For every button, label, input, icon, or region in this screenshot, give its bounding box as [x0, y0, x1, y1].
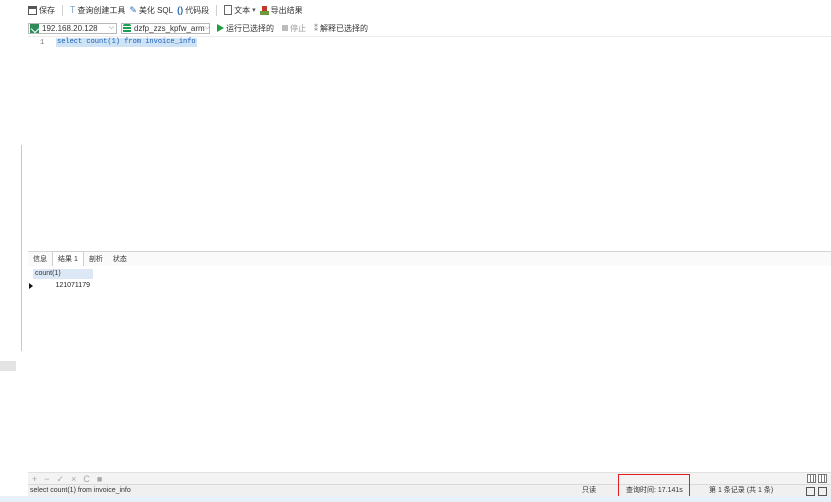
connection-toolbar: 192.168.20.128 ⌵ dzfp_zzs_kpfw_arm ⌵ 运行已… — [28, 21, 831, 35]
save-button[interactable]: 保存 — [28, 5, 55, 16]
save-icon — [28, 5, 37, 15]
explain-selected-label: 解释已选择的 — [320, 23, 368, 33]
tab-profile[interactable]: 剖析 — [84, 252, 108, 266]
tab-result-1[interactable]: 结果 1 — [52, 251, 84, 267]
export-results-label: 导出结果 — [270, 5, 303, 15]
result-grid[interactable]: count(1) 121071179 — [28, 266, 831, 471]
run-selected-button[interactable]: 运行已选择的 — [214, 23, 274, 34]
line-number: 1 — [40, 39, 45, 47]
form-view-icon[interactable] — [818, 474, 827, 483]
explain-selected-button[interactable]: ⁑ 解释已选择的 — [310, 23, 368, 34]
beautify-sql-button[interactable]: ✎ 美化 SQL — [129, 5, 173, 16]
panel-right-icon[interactable] — [818, 487, 827, 496]
add-record-button[interactable]: + — [32, 474, 37, 484]
taskbar-strip — [0, 496, 831, 502]
connection-value: 192.168.20.128 — [42, 23, 98, 33]
save-label: 保存 — [39, 5, 55, 15]
left-gutter — [0, 0, 28, 496]
result-tabs: 信息 结果 1 剖析 状态 — [28, 251, 831, 267]
play-icon — [217, 24, 224, 32]
export-icon — [259, 5, 269, 15]
stop-label: 停止 — [290, 23, 306, 33]
database-value: dzfp_zzs_kpfw_arm — [134, 23, 205, 33]
code-snippet-label: 代码段 — [185, 5, 210, 15]
sql-code-line[interactable]: select count(1) from invoice_info — [56, 38, 197, 47]
chevron-down-icon: ⌵ — [108, 24, 114, 31]
stop-button[interactable]: 停止 — [278, 23, 306, 34]
delete-record-button[interactable]: − — [44, 474, 49, 484]
chevron-down-icon: ▾ — [252, 7, 256, 14]
discard-changes-button[interactable]: × — [71, 474, 76, 484]
query-builder-icon: ⟙ — [70, 4, 76, 15]
text-mode-button[interactable]: 文本 ▾ — [224, 5, 256, 16]
connection-select[interactable]: 192.168.20.128 ⌵ — [28, 22, 117, 34]
table-cell[interactable]: 121071179 — [33, 281, 90, 291]
grid-view-icon[interactable] — [807, 474, 816, 483]
braces-icon: () — [177, 4, 184, 15]
tab-info[interactable]: 信息 — [28, 252, 52, 266]
document-icon — [224, 5, 233, 15]
sql-query-window: 保存 ⟙ 查询创建工具 ✎ 美化 SQL () 代码段 文本 ▾ 导出结果 19… — [0, 0, 831, 502]
apply-changes-button[interactable]: ✓ — [57, 474, 65, 484]
toolbar-divider — [62, 4, 63, 16]
connection-icon — [30, 23, 39, 33]
query-builder-button[interactable]: ⟙ 查询创建工具 — [70, 5, 125, 16]
database-icon — [123, 23, 131, 33]
status-view-icons — [806, 487, 827, 496]
query-builder-label: 查询创建工具 — [77, 5, 126, 15]
run-selected-label: 运行已选择的 — [226, 23, 274, 33]
chevron-down-icon: ⌵ — [204, 24, 211, 31]
export-results-button[interactable]: 导出结果 — [259, 5, 303, 16]
toolbar-divider — [216, 4, 218, 16]
explain-icon: ⁑ — [314, 23, 318, 33]
query-toolbar: 保存 ⟙ 查询创建工具 ✎ 美化 SQL () 代码段 文本 ▾ 导出结果 — [28, 3, 831, 17]
view-switcher — [807, 474, 827, 483]
text-mode-label: 文本 — [234, 5, 251, 15]
code-snippet-button[interactable]: () 代码段 — [177, 5, 209, 16]
stop-icon — [282, 25, 288, 31]
beautify-sql-label: 美化 SQL — [138, 5, 174, 15]
column-header[interactable]: count(1) — [33, 269, 93, 279]
side-panel-tab[interactable] — [0, 361, 16, 371]
refresh-button[interactable]: C — [83, 474, 90, 484]
tab-status[interactable]: 状态 — [108, 252, 132, 266]
splitter-line[interactable] — [21, 145, 22, 351]
database-select[interactable]: dzfp_zzs_kpfw_arm ⌵ — [121, 22, 211, 34]
sql-editor[interactable]: 1 select count(1) from invoice_info — [28, 36, 831, 251]
panel-left-icon[interactable] — [806, 487, 815, 496]
magic-wand-icon: ✎ — [129, 4, 137, 15]
stop-button[interactable]: ■ — [97, 474, 102, 484]
